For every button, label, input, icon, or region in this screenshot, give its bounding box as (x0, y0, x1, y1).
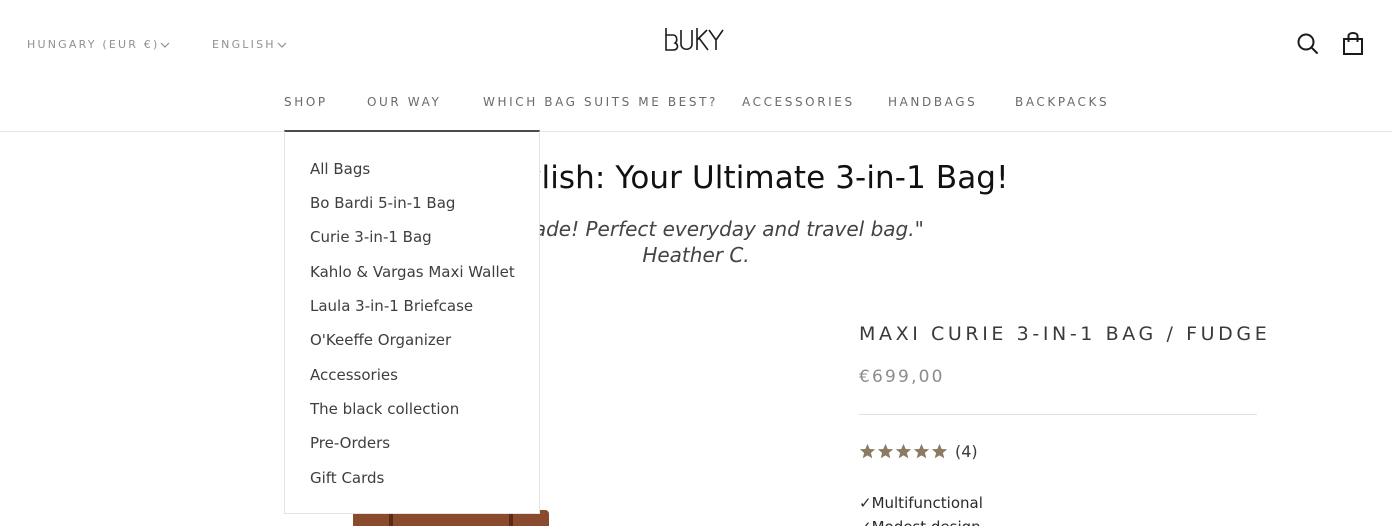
country-label: HUNGARY (EUR €) (27, 38, 160, 51)
star-icon (859, 443, 876, 459)
product-title: MAXI CURIE 3-IN-1 BAG / FUDGE (859, 323, 1271, 345)
nav-item-shop[interactable]: SHOP (284, 95, 328, 109)
menu-item-laula[interactable]: Laula 3-in-1 Briefcase (310, 297, 473, 315)
nav-item-backpacks[interactable]: BACKPACKS (1015, 95, 1109, 109)
menu-item-black-collection[interactable]: The black collection (310, 400, 459, 418)
nav-item-which-bag[interactable]: WHICH BAG SUITS ME BEST? (483, 95, 718, 109)
testimonial-author: Heather C. (642, 243, 750, 267)
bag-strap (509, 514, 513, 526)
menu-item-pre-orders[interactable]: Pre-Orders (310, 434, 390, 452)
main-nav: SHOP OUR WAY WHICH BAG SUITS ME BEST? AC… (0, 95, 1392, 111)
menu-item-okeeffe[interactable]: O'Keeffe Organizer (310, 331, 451, 349)
menu-item-all-bags[interactable]: All Bags (310, 160, 370, 178)
feature-item: ✓Modest design (859, 518, 981, 526)
star-icon (913, 443, 930, 459)
header: HUNGARY (EUR €) ENGLISH (0, 0, 1392, 88)
search-icon[interactable] (1295, 30, 1321, 56)
chevron-down-icon (161, 42, 170, 48)
star-icon (877, 443, 894, 459)
nav-item-accessories[interactable]: ACCESSORIES (742, 95, 855, 109)
brand-logo[interactable] (664, 26, 726, 52)
star-icon (931, 443, 948, 459)
testimonial-quote: well made! Perfect everyday and travel b… (468, 217, 924, 241)
product-rating[interactable]: (4) (859, 442, 978, 461)
nav-divider (0, 131, 1392, 132)
product-price: €699,00 (859, 367, 945, 387)
nav-item-our-way[interactable]: OUR WAY (367, 95, 441, 109)
feature-item: ✓Multifunctional (859, 494, 983, 512)
bag-strap (389, 514, 393, 526)
product-divider (859, 414, 1257, 415)
chevron-down-icon (277, 42, 287, 48)
menu-item-kahlo-vargas[interactable]: Kahlo & Vargas Maxi Wallet (310, 263, 515, 281)
star-icon (895, 443, 912, 459)
country-selector[interactable]: HUNGARY (EUR €) (27, 38, 170, 51)
menu-item-bo-bardi[interactable]: Bo Bardi 5-in-1 Bag (310, 194, 455, 212)
page-headline: e, and Stylish: Your Ultimate 3-in-1 Bag… (383, 160, 1009, 196)
nav-item-handbags[interactable]: HANDBAGS (888, 95, 977, 109)
rating-count: (4) (955, 442, 978, 461)
menu-item-curie[interactable]: Curie 3-in-1 Bag (310, 228, 432, 246)
shopping-bag-icon[interactable] (1340, 30, 1366, 56)
menu-item-gift-cards[interactable]: Gift Cards (310, 469, 384, 487)
language-selector[interactable]: ENGLISH (212, 38, 287, 51)
language-label: ENGLISH (212, 38, 276, 51)
menu-item-accessories[interactable]: Accessories (310, 366, 398, 384)
shop-dropdown-menu: All Bags Bo Bardi 5-in-1 Bag Curie 3-in-… (284, 130, 540, 514)
